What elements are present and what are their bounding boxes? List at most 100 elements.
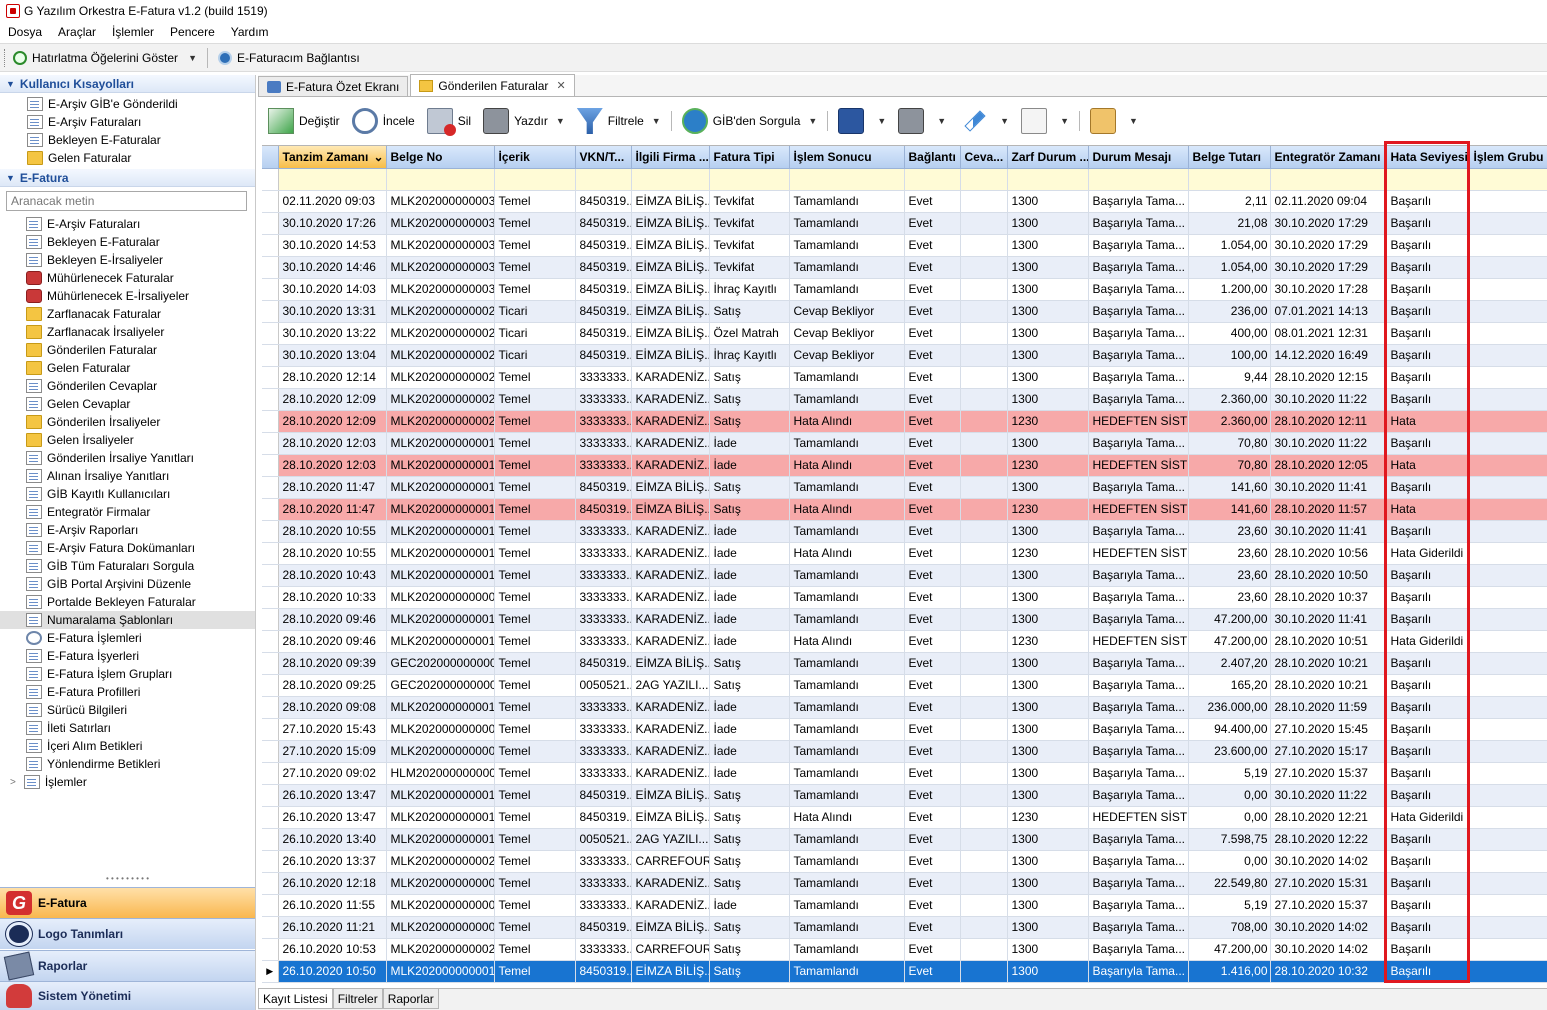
tree-item[interactable]: Mühürlenecek E-İrsaliyeler — [0, 287, 255, 305]
chevron-down-icon[interactable]: ▼ — [937, 116, 946, 126]
column-header[interactable]: Belge No — [386, 146, 495, 169]
table-row[interactable]: 26.10.2020 12:18 MLK2020000000005 Temel 333… — [262, 872, 1547, 895]
table-row[interactable]: 26.10.2020 13:40 MLK2020000000010 Temel 005… — [262, 828, 1547, 851]
print-button[interactable]: Yazdır ▼ — [477, 101, 571, 141]
table-row[interactable]: 28.10.2020 10:43 MLK2020000000015 Temel 333… — [262, 564, 1547, 587]
tree-item[interactable]: Sürücü Bilgileri — [0, 701, 255, 719]
table-row[interactable]: 28.10.2020 11:47 MLK2020000000018 Temel 845… — [262, 498, 1547, 521]
table-row[interactable]: 28.10.2020 09:46 MLK2020000000016 Temel 333… — [262, 630, 1547, 653]
filter-cell[interactable] — [494, 168, 576, 191]
tree-item[interactable]: İçeri Alım Betikleri — [0, 737, 255, 755]
table-row[interactable]: 28.10.2020 10:55 MLK2020000000017 Temel 333… — [262, 520, 1547, 543]
sidebar-search-input[interactable]: Aranacak metin — [6, 191, 247, 211]
efaturacim-connect-button[interactable]: E-Faturacım Bağlantısı — [212, 46, 366, 70]
column-header[interactable]: İşlem Sonucu — [789, 146, 905, 169]
table-row[interactable]: 30.10.2020 13:31 MLK2020000000025 Ticari 84… — [262, 300, 1547, 323]
table-row[interactable]: 28.10.2020 12:03 MLK2020000000019 Temel 333… — [262, 432, 1547, 455]
menu-yardim[interactable]: Yardım — [231, 25, 269, 39]
nav-logo-tanimlari[interactable]: Logo Tanımları — [0, 918, 255, 949]
edit-tools-button[interactable]: ▼ — [952, 101, 1015, 141]
tree-item[interactable]: Zarflanacak Faturalar — [0, 305, 255, 323]
table-row[interactable]: 26.10.2020 11:21 MLK2020000000002 Temel 845… — [262, 916, 1547, 939]
sort-desc-icon[interactable]: ⌄ — [373, 150, 383, 164]
table-row[interactable]: 28.10.2020 12:09 MLK2020000000020 Temel 333… — [262, 388, 1547, 411]
filter-cell[interactable] — [960, 168, 1008, 191]
tree-item-islemler[interactable]: > İşlemler — [0, 773, 255, 791]
table-row[interactable]: 28.10.2020 11:47 MLK2020000000018 Temel 845… — [262, 476, 1547, 499]
column-header[interactable]: İçerik — [494, 146, 576, 169]
tree-item[interactable]: E-Fatura İşyerleri — [0, 647, 255, 665]
table-row[interactable]: 26.10.2020 13:37 MLK2020000000029 Temel 333… — [262, 850, 1547, 873]
chevron-down-icon[interactable]: ▼ — [1060, 116, 1069, 126]
chevron-down-icon[interactable]: ▼ — [808, 116, 817, 126]
chevron-down-icon[interactable]: ▼ — [1129, 116, 1138, 126]
table-row[interactable]: 27.10.2020 15:09 MLK2020000000004 Temel 333… — [262, 740, 1547, 763]
close-icon[interactable]: ✕ — [556, 79, 565, 92]
table-row[interactable]: 30.10.2020 13:04 MLK2020000000022 Ticari 84… — [262, 344, 1547, 367]
column-header[interactable]: İlgili Firma ... — [631, 146, 710, 169]
change-button[interactable]: Değiştir — [262, 101, 346, 141]
tree-item[interactable]: Gönderilen Cevaplar — [0, 377, 255, 395]
tree-item[interactable]: Bekleyen E-Faturalar — [0, 233, 255, 251]
column-header[interactable]: Bağlantı — [904, 146, 961, 169]
tree-item[interactable]: E-Fatura Profilleri — [0, 683, 255, 701]
column-header[interactable]: Entegratör Zamanı — [1270, 146, 1387, 169]
chevron-right-icon[interactable]: > — [10, 777, 16, 788]
tree-item[interactable]: GİB Portal Arşivini Düzenle — [0, 575, 255, 593]
table-row[interactable]: 28.10.2020 10:33 MLK2020000000007 Temel 333… — [262, 586, 1547, 609]
tree-item[interactable]: Bekleyen E-İrsaliyeler — [0, 251, 255, 269]
table-row[interactable]: 02.11.2020 09:03 MLK2020000000035 Temel 845… — [262, 190, 1547, 213]
filter-cell[interactable] — [904, 168, 961, 191]
tree-item[interactable]: Gelen Cevaplar — [0, 395, 255, 413]
table-row[interactable]: 30.10.2020 14:53 MLK2020000000032 Temel 845… — [262, 234, 1547, 257]
column-header[interactable]: Zarf Durum ... — [1007, 146, 1089, 169]
nav-sistem-yonetimi[interactable]: Sistem Yönetimi — [0, 981, 255, 1010]
filter-cell[interactable] — [575, 168, 632, 191]
filter-button[interactable]: Filtrele ▼ — [571, 101, 667, 141]
shortcut-item[interactable]: E-Arşiv GİB'e Gönderildi — [0, 95, 255, 113]
tree-item[interactable]: Gelen İrsaliyeler — [0, 431, 255, 449]
save-button[interactable]: ▼ — [832, 101, 892, 141]
filter-cell[interactable] — [386, 168, 495, 191]
table-row[interactable]: 30.10.2020 14:03 MLK2020000000030 Temel 845… — [262, 278, 1547, 301]
view-button[interactable]: İncele — [346, 101, 421, 141]
tree-item[interactable]: Yönlendirme Betikleri — [0, 755, 255, 773]
table-row[interactable]: ▶ 26.10.2020 10:50 MLK2020000000013 Temel 84… — [262, 960, 1547, 983]
table-row[interactable]: 30.10.2020 13:22 MLK2020000000024 Ticari 84… — [262, 322, 1547, 345]
nav-raporlar[interactable]: Raporlar — [0, 950, 255, 981]
tree-item[interactable]: Gönderilen İrsaliyeler — [0, 413, 255, 431]
archive-button[interactable]: ▼ — [1084, 101, 1144, 141]
filter-cell[interactable] — [1188, 168, 1271, 191]
tree-item[interactable]: Zarflanacak İrsaliyeler — [0, 323, 255, 341]
tree-item[interactable]: Numaralama Şablonları — [0, 611, 255, 629]
tree-item[interactable]: Portalde Bekleyen Faturalar — [0, 593, 255, 611]
filter-cell[interactable] — [1386, 168, 1470, 191]
table-row[interactable]: 26.10.2020 11:55 MLK2020000000003 Temel 333… — [262, 894, 1547, 917]
filter-cell[interactable] — [1007, 168, 1089, 191]
column-header[interactable]: VKN/T... — [575, 146, 632, 169]
tree-item[interactable]: Mühürlenecek Faturalar — [0, 269, 255, 287]
chevron-down-icon[interactable]: ▼ — [188, 53, 197, 63]
collapse-icon[interactable]: ▼ — [6, 173, 15, 183]
table-row[interactable]: 28.10.2020 12:14 MLK2020000000021 Temel 333… — [262, 366, 1547, 389]
column-header[interactable]: Hata Seviyesi — [1386, 146, 1470, 169]
menu-dosya[interactable]: Dosya — [8, 25, 42, 39]
table-row[interactable]: 28.10.2020 09:46 MLK2020000000016 Temel 333… — [262, 608, 1547, 631]
column-header[interactable]: Ceva... — [960, 146, 1008, 169]
filter-cell[interactable] — [1088, 168, 1189, 191]
table-row[interactable]: 26.10.2020 13:47 MLK2020000000011 Temel 845… — [262, 806, 1547, 829]
table-row[interactable]: 28.10.2020 09:08 MLK2020000000014 Temel 333… — [262, 696, 1547, 719]
tab-raporlar[interactable]: Raporlar — [382, 989, 439, 1009]
splitter-handle[interactable]: • • • • • • • • • — [0, 875, 255, 883]
tab-efatura-ozet[interactable]: E-Fatura Özet Ekranı — [258, 76, 409, 96]
tab-gonderilen-faturalar[interactable]: Gönderilen Faturalar ✕ — [410, 74, 575, 96]
shortcut-item[interactable]: E-Arşiv Faturaları — [0, 113, 255, 131]
table-row[interactable]: 26.10.2020 13:47 MLK2020000000011 Temel 845… — [262, 784, 1547, 807]
table-row[interactable]: 27.10.2020 09:02HLM202000000000...Temel3… — [262, 762, 1547, 785]
chevron-down-icon[interactable]: ▼ — [877, 116, 886, 126]
filter-cell[interactable] — [1469, 168, 1547, 191]
gib-query-button[interactable]: GİB'den Sorgula ▼ — [676, 101, 824, 141]
menu-pencere[interactable]: Pencere — [170, 25, 215, 39]
tree-item[interactable]: E-Arşiv Fatura Dokümanları — [0, 539, 255, 557]
shortcut-item[interactable]: Bekleyen E-Faturalar — [0, 131, 255, 149]
